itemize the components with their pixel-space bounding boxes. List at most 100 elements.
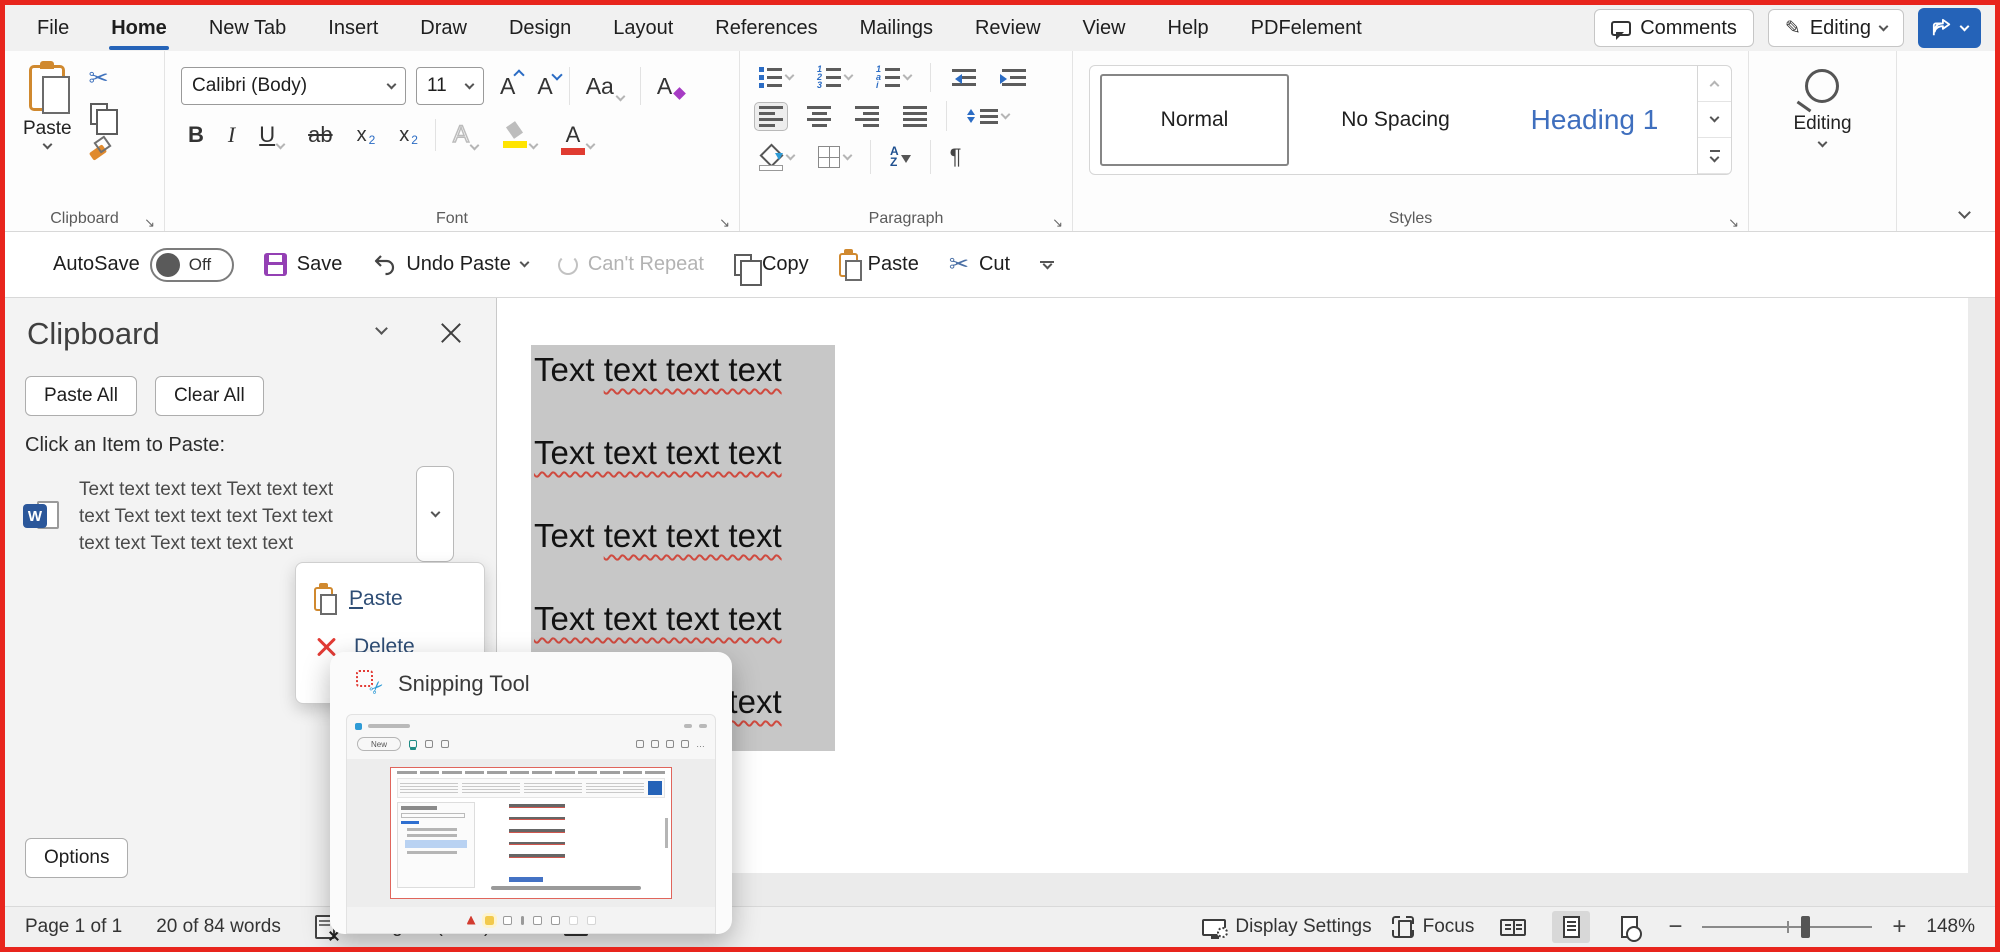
menu-references[interactable]: References bbox=[713, 9, 819, 48]
style-no-spacing[interactable]: No Spacing bbox=[1303, 74, 1488, 166]
underline-button[interactable]: U bbox=[252, 120, 291, 150]
format-painter-button[interactable] bbox=[88, 137, 110, 159]
qat-copy-button[interactable]: Copy bbox=[734, 253, 809, 276]
italic-button[interactable]: I bbox=[221, 120, 242, 150]
comments-button[interactable]: Comments bbox=[1594, 9, 1754, 47]
sort-button[interactable]: AZ bbox=[885, 142, 916, 172]
menu-help[interactable]: Help bbox=[1166, 9, 1211, 48]
doc-line[interactable]: Text text text text bbox=[531, 353, 835, 387]
clear-formatting-button[interactable]: A bbox=[651, 71, 678, 102]
options-button[interactable]: Options bbox=[25, 838, 128, 878]
menu-review[interactable]: Review bbox=[973, 9, 1043, 48]
collapse-ribbon-button[interactable] bbox=[1958, 206, 1971, 219]
share-button[interactable] bbox=[1918, 8, 1981, 48]
grow-font-button[interactable]: A bbox=[494, 71, 521, 102]
style-normal[interactable]: Normal bbox=[1100, 74, 1289, 166]
menu-view[interactable]: View bbox=[1081, 9, 1128, 48]
font-color-button[interactable]: A bbox=[554, 120, 601, 150]
editing-mode-button[interactable]: ✎ Editing bbox=[1768, 9, 1904, 47]
focus-button[interactable]: Focus bbox=[1392, 916, 1475, 938]
increase-indent-button[interactable] bbox=[995, 64, 1031, 92]
menu-pdfelement[interactable]: PDFelement bbox=[1249, 9, 1364, 48]
highlight-color-button[interactable] bbox=[495, 120, 544, 150]
zoom-out-button[interactable]: − bbox=[1668, 913, 1682, 941]
copy-button[interactable] bbox=[90, 103, 108, 125]
align-right-button[interactable] bbox=[850, 102, 884, 131]
menu-draw[interactable]: Draw bbox=[418, 9, 469, 48]
web-layout-button[interactable] bbox=[1610, 911, 1648, 943]
styles-scroll-down[interactable] bbox=[1698, 102, 1731, 138]
grow-font-letter: A bbox=[500, 73, 515, 100]
font-size-combobox[interactable]: 11 bbox=[416, 67, 484, 105]
styles-scroll-up[interactable] bbox=[1698, 66, 1731, 102]
multilevel-list-button[interactable]: 1ai bbox=[871, 63, 916, 92]
zoom-slider-handle[interactable] bbox=[1801, 916, 1810, 938]
cut-button[interactable]: ✂ bbox=[89, 67, 109, 91]
menu-design[interactable]: Design bbox=[507, 9, 573, 48]
align-left-button[interactable] bbox=[754, 102, 788, 131]
read-mode-button[interactable] bbox=[1494, 911, 1532, 943]
autosave-toggle[interactable]: Off bbox=[150, 248, 234, 282]
line-spacing-button[interactable] bbox=[961, 101, 1014, 131]
styles-gallery-more[interactable] bbox=[1698, 138, 1731, 174]
show-hide-marks-button[interactable]: ¶ bbox=[945, 140, 967, 174]
justify-button[interactable] bbox=[898, 102, 932, 131]
clipboard-item-dropdown[interactable] bbox=[416, 466, 454, 562]
decrease-indent-button[interactable] bbox=[945, 64, 981, 92]
mini-tool-icon bbox=[551, 916, 560, 925]
font-dialog-launcher[interactable]: ↘ bbox=[719, 215, 730, 231]
borders-button[interactable] bbox=[813, 142, 856, 172]
paste-all-button[interactable]: Paste All bbox=[25, 376, 137, 416]
paragraph-dialog-launcher[interactable]: ↘ bbox=[1052, 215, 1063, 231]
zoom-slider[interactable] bbox=[1702, 926, 1872, 928]
bold-button[interactable]: B bbox=[181, 120, 211, 150]
pane-dropdown-button[interactable] bbox=[375, 322, 388, 335]
vertical-scrollbar-track[interactable] bbox=[1968, 298, 1995, 906]
print-layout-button[interactable] bbox=[1552, 911, 1590, 943]
clipboard-dialog-launcher[interactable]: ↘ bbox=[144, 215, 155, 231]
focus-icon bbox=[1392, 916, 1414, 938]
menu-file[interactable]: File bbox=[35, 9, 71, 48]
qat-paste-button[interactable]: Paste bbox=[839, 253, 919, 277]
align-center-button[interactable] bbox=[802, 102, 836, 131]
superscript-button[interactable]: x2 bbox=[392, 122, 425, 149]
shrink-font-button[interactable]: A bbox=[531, 71, 558, 102]
shading-button[interactable] bbox=[754, 141, 799, 173]
word-count[interactable]: 20 of 84 words bbox=[156, 916, 281, 938]
editing-dropdown-button[interactable]: Editing bbox=[1793, 69, 1851, 146]
save-button[interactable]: Save bbox=[264, 253, 343, 276]
pane-close-button[interactable] bbox=[438, 320, 464, 346]
zoom-percentage[interactable]: 148% bbox=[1926, 916, 1975, 938]
qat-cut-button[interactable]: ✂ Cut bbox=[949, 253, 1010, 277]
display-settings-button[interactable]: Display Settings bbox=[1202, 916, 1371, 938]
doc-line[interactable]: Text text text text bbox=[531, 436, 835, 470]
doc-line[interactable]: Text text text text bbox=[531, 519, 835, 553]
change-case-button[interactable]: Aa bbox=[580, 71, 630, 102]
menu-new-tab[interactable]: New Tab bbox=[207, 9, 288, 48]
paste-split-button[interactable]: Paste bbox=[23, 65, 72, 201]
menu-insert[interactable]: Insert bbox=[326, 9, 380, 48]
clear-all-button[interactable]: Clear All bbox=[155, 376, 264, 416]
strikethrough-button[interactable]: ab bbox=[301, 120, 339, 150]
bullets-button[interactable] bbox=[754, 63, 798, 92]
doc-line[interactable]: Text text text text bbox=[531, 602, 835, 636]
mini-eraser-icon bbox=[503, 916, 512, 925]
clipboard-item[interactable]: W Text text text text Text text text tex… bbox=[23, 466, 476, 566]
zoom-in-button[interactable]: + bbox=[1892, 913, 1906, 941]
font-name-combobox[interactable]: Calibri (Body) bbox=[181, 67, 406, 105]
subscript-button[interactable]: x2 bbox=[350, 122, 383, 149]
context-menu-paste[interactable]: Paste bbox=[296, 575, 484, 623]
qat-overflow-button[interactable] bbox=[1040, 261, 1054, 268]
style-heading-1[interactable]: Heading 1 bbox=[1502, 74, 1687, 166]
undo-button[interactable]: Undo Paste bbox=[372, 253, 528, 277]
styles-dialog-launcher[interactable]: ↘ bbox=[1728, 215, 1739, 231]
page-indicator[interactable]: Page 1 of 1 bbox=[25, 916, 122, 938]
zoom-tick-icon bbox=[1787, 921, 1789, 933]
menu-layout[interactable]: Layout bbox=[611, 9, 675, 48]
mini-rect-snip-icon bbox=[409, 740, 417, 748]
menu-mailings[interactable]: Mailings bbox=[858, 9, 935, 48]
menu-home[interactable]: Home bbox=[109, 9, 169, 48]
numbering-button[interactable]: 123 bbox=[812, 63, 857, 92]
text-effects-button[interactable]: A bbox=[446, 119, 485, 151]
snipping-tool-popup[interactable]: ✂ Snipping Tool New … bbox=[330, 652, 732, 934]
